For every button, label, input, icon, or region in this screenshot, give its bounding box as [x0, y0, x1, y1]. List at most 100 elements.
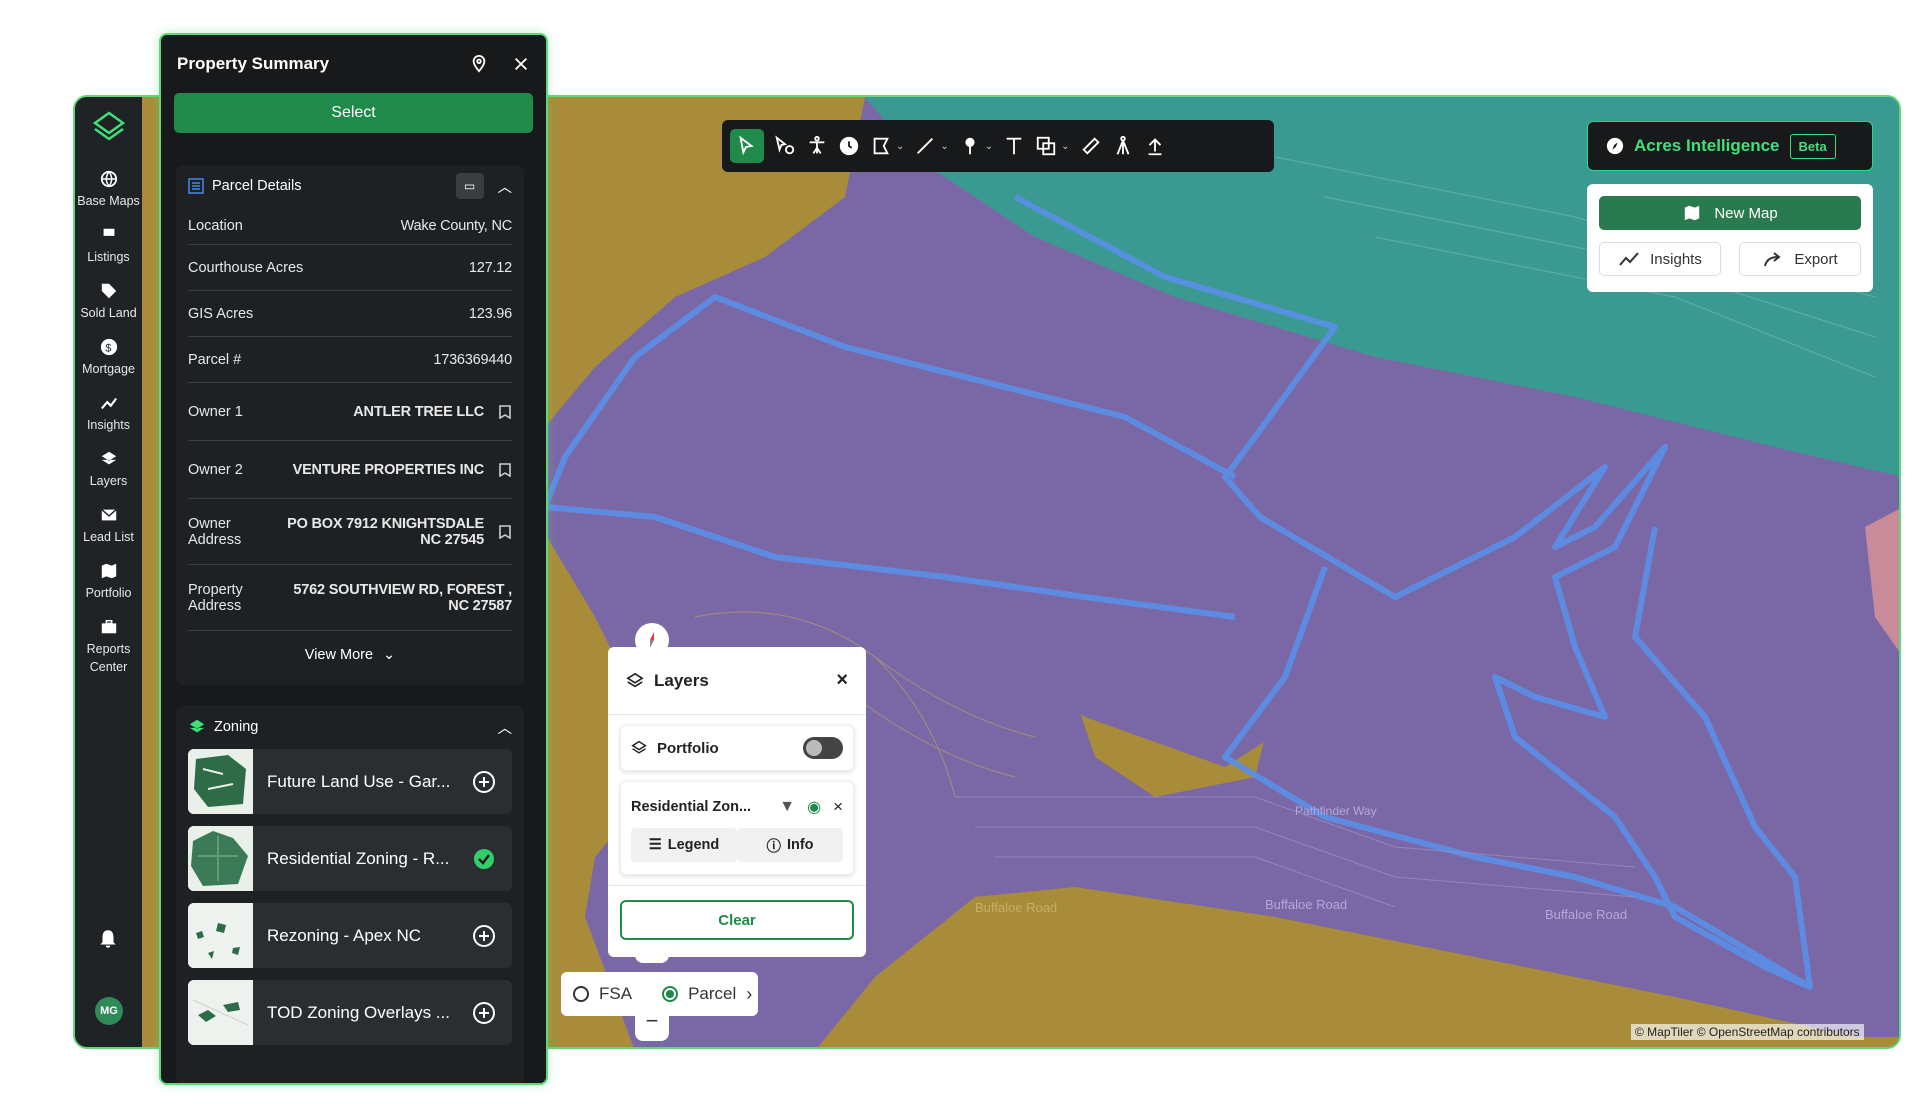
sidebar-item-base-maps[interactable]: Base Maps [75, 170, 142, 210]
row-label: Owner Address [188, 515, 242, 548]
app-logo[interactable] [91, 109, 127, 150]
list-icon [188, 178, 204, 194]
sidebar-item-listings[interactable]: Listings [75, 226, 142, 266]
zoning-card: Zoning ︿ Future Land Use - Gar... Reside… [176, 705, 524, 1083]
survey-tool-button[interactable] [1112, 129, 1134, 163]
info-button[interactable]: ⓘ Info [737, 828, 843, 862]
tripod-icon [1116, 135, 1129, 155]
text-tool-button[interactable] [1003, 129, 1025, 163]
legend-button[interactable]: ☰ Legend [631, 828, 737, 862]
add-circle-icon[interactable] [472, 1001, 496, 1025]
select-tool-button[interactable] [730, 129, 764, 163]
sidebar-item-insights[interactable]: Insights [75, 394, 142, 434]
layers-panel: Layers × Portfolio Residential Zon... ▼ … [608, 647, 866, 957]
row-label: GIS Acres [188, 305, 254, 322]
clock-icon [839, 136, 859, 156]
chevron-down-icon[interactable]: ⌄ [1061, 141, 1069, 152]
fsa-radio[interactable] [573, 986, 589, 1002]
sidebar-item-sold-land[interactable]: Sold Land [75, 282, 142, 322]
select-button[interactable]: Select [174, 93, 533, 133]
row-value: 123.96 [468, 305, 512, 322]
id-card-icon[interactable]: ▭ [455, 173, 484, 199]
chevron-down-icon[interactable]: ⌄ [940, 141, 948, 152]
bookmark-icon[interactable] [498, 462, 512, 477]
row-value: Wake County, NC [400, 217, 513, 234]
zoning-item[interactable]: Residential Zoning - R... [188, 826, 512, 891]
sidebar-item-lead-list[interactable]: Lead List [75, 506, 142, 546]
fsa-label: FSA [599, 984, 633, 1003]
view-more-button[interactable]: View More ⌄ [176, 631, 524, 679]
pin-icon [965, 137, 975, 155]
measure-tool-button[interactable] [1080, 129, 1102, 163]
zoning-item[interactable]: TOD Zoning Overlays ... [188, 980, 512, 1045]
location-pin-icon[interactable] [470, 55, 488, 73]
trend-icon [100, 397, 117, 410]
row-value: VENTURE PROPERTIES INC [292, 461, 485, 478]
layers-panel-title: Layers [654, 670, 709, 690]
parcel-radio[interactable] [662, 986, 679, 1002]
sidebar-item-reports-center[interactable]: Reports Center [75, 618, 142, 676]
notifications-button[interactable] [97, 928, 119, 955]
shape-tool-button[interactable]: ⌄ [1035, 129, 1070, 163]
checkmark-circle-icon[interactable] [472, 847, 496, 871]
zoning-title: Zoning [214, 719, 259, 735]
parcel-details-title: Parcel Details [212, 178, 302, 194]
layer-name: Residential Zon... [631, 799, 752, 815]
tag-icon [101, 283, 116, 299]
sidebar-item-portfolio[interactable]: Portfolio [75, 562, 142, 602]
close-icon[interactable]: × [833, 797, 843, 817]
svg-text:$: $ [105, 343, 111, 355]
zoning-item[interactable]: Rezoning - Apex NC [188, 903, 512, 968]
zoning-thumbnail [188, 980, 253, 1045]
map-actions-panel: New Map Insights Export [1587, 184, 1873, 292]
chevron-down-icon[interactable]: ⌄ [985, 141, 993, 152]
close-icon[interactable]: × [836, 669, 848, 692]
sidebar-item-label: Sold Land [80, 306, 137, 320]
property-summary-panel: Property Summary Select Parcel Details ▭… [159, 33, 548, 1085]
close-icon[interactable] [512, 55, 530, 73]
upload-tool-button[interactable] [1144, 129, 1166, 163]
bookmark-icon[interactable] [498, 404, 512, 419]
chevron-up-icon[interactable]: ︿ [498, 717, 513, 738]
row-value: 127.12 [468, 259, 512, 276]
add-circle-icon[interactable] [472, 770, 496, 794]
parcel-row: Parcel # 1736369440 [188, 337, 512, 383]
portfolio-toggle[interactable] [803, 737, 843, 759]
line-tool-button[interactable]: ⌄ [914, 129, 949, 163]
chevron-right-icon[interactable]: › [746, 984, 752, 1005]
point-select-tool-button[interactable] [774, 129, 796, 163]
history-tool-button[interactable] [838, 129, 860, 163]
portfolio-layer-row: Portfolio [620, 725, 854, 771]
acres-intelligence-header[interactable]: Acres Intelligence Beta [1587, 121, 1873, 171]
fsa-parcel-switch: FSA Parcel › [561, 972, 758, 1016]
bookmark-icon[interactable] [498, 524, 512, 539]
chevron-down-icon[interactable]: ⌄ [896, 141, 904, 152]
cursor-plus-icon [775, 135, 795, 155]
shapes-icon [1037, 136, 1056, 156]
clear-button[interactable]: Clear [620, 900, 854, 940]
parcel-row: Owner 2 VENTURE PROPERTIES INC [188, 441, 512, 499]
flag-icon [103, 227, 114, 243]
person-tool-button[interactable] [806, 129, 828, 163]
add-circle-icon[interactable] [472, 924, 496, 948]
eye-icon[interactable]: ◉ [807, 797, 821, 817]
row-value: 5762 SOUTHVIEW RD, FOREST , NC 27587 [293, 581, 512, 614]
sidebar-item-layers[interactable]: Layers [75, 450, 142, 490]
filter-icon[interactable]: ▼ [779, 798, 795, 816]
new-map-button[interactable]: New Map [1599, 196, 1861, 230]
acres-intelligence-title: Acres Intelligence [1634, 136, 1780, 155]
row-label: Owner 1 [188, 403, 243, 420]
dollar-icon: $ [100, 338, 117, 356]
chevron-up-icon[interactable]: ︿ [498, 176, 513, 197]
pin-tool-button[interactable]: ⌄ [959, 129, 993, 163]
export-button[interactable]: Export [1739, 242, 1861, 276]
insights-button[interactable]: Insights [1599, 242, 1721, 276]
sidebar-item-label: Base Maps [77, 194, 140, 208]
zoning-item[interactable]: Future Land Use - Gar... [188, 749, 512, 814]
parcel-row: Owner 1 ANTLER TREE LLC [188, 383, 512, 441]
export-label: Export [1794, 250, 1838, 268]
polygon-tool-button[interactable]: ⌄ [870, 129, 904, 163]
user-avatar[interactable]: MG [95, 997, 123, 1025]
street-label: Buffaloe Road [1265, 897, 1347, 912]
sidebar-item-mortgage[interactable]: $ Mortgage [75, 338, 142, 378]
